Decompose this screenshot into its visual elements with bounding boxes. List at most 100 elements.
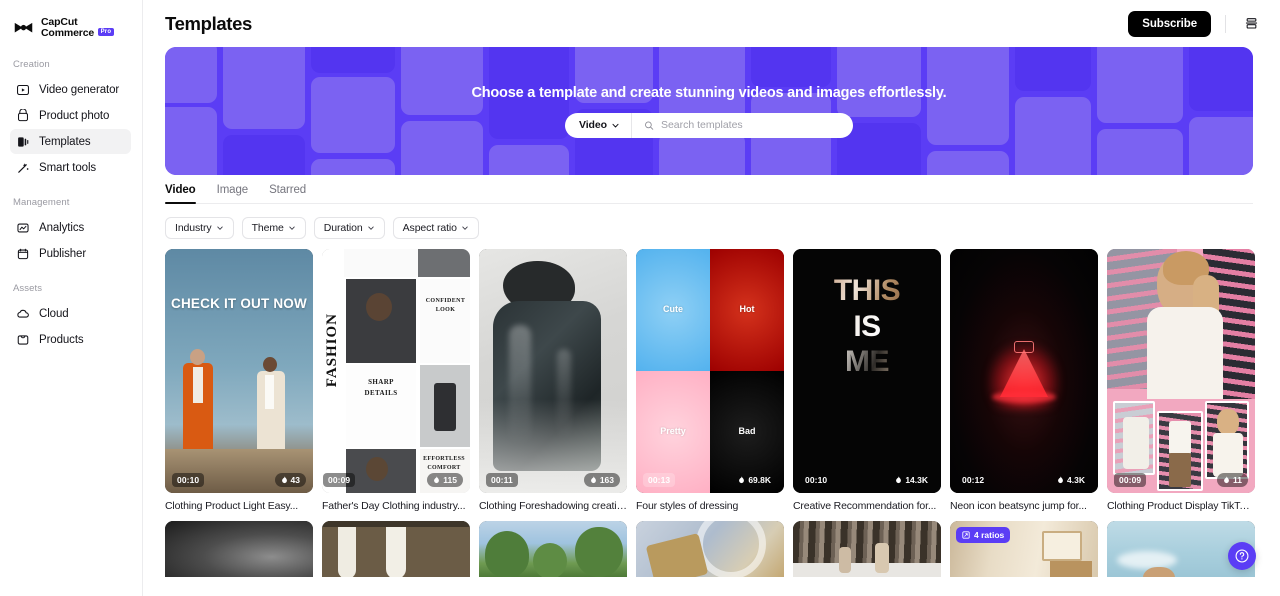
flame-icon [590,476,596,484]
flame-icon [434,476,440,484]
template-thumbnail[interactable]: CHECK IT OUT NOW 00:10 43 [165,249,313,493]
template-thumbnail[interactable]: Cute Hot Pretty Bad 00:13 69.8K [636,249,784,493]
template-title: Clothing Foreshadowing creativ... [479,500,627,512]
thumbnail-art [165,521,313,577]
flame-icon [1058,476,1063,484]
topbar-divider [1225,14,1226,33]
sidebar-item-product-photo[interactable]: Product photo [10,103,131,128]
template-thumbnail[interactable] [636,521,784,577]
quadrant-label: Cute [663,304,683,315]
template-card[interactable]: 4 ratios [950,521,1098,577]
template-card[interactable]: CHECK IT OUT NOW 00:10 43 Clothing Produ… [165,249,313,512]
hero-overlay: Choose a template and create stunning vi… [165,47,1253,175]
template-card[interactable]: Cute Hot Pretty Bad 00:13 69.8K Four sty… [636,249,784,512]
product-photo-icon [17,108,29,121]
template-card[interactable] [479,521,627,577]
template-card[interactable] [165,521,313,577]
template-card[interactable]: 00:12 4.3K Neon icon beatsync jump for..… [950,249,1098,512]
analytics-icon [17,223,29,232]
sidebar-item-label: Publisher [39,247,87,260]
publisher-icon [17,248,29,259]
stack-menu-button[interactable] [1240,13,1262,35]
template-grid-row-1: CHECK IT OUT NOW 00:10 43 Clothing Produ… [143,239,1280,512]
tab-video[interactable]: Video [165,184,196,204]
sidebar: CapCut Commerce Pro Creation Video gener… [0,0,143,596]
sidebar-item-templates[interactable]: Templates [10,129,131,154]
nav-group-label-assets: Assets [13,283,43,294]
filter-label: Aspect ratio [402,222,457,234]
search-input[interactable] [660,119,841,131]
quadrant-label: Bad [738,426,756,437]
cloud-icon [17,309,29,318]
sidebar-item-label: Templates [39,135,91,148]
filter-label: Duration [323,222,363,234]
pro-badge: Pro [98,28,114,37]
quadrant-label: Pretty [660,426,686,437]
sidebar-item-analytics[interactable]: Analytics [10,215,131,240]
filter-bar: Industry Theme Duration Aspect ratio [143,204,1280,239]
likes-badge: 163 [583,473,620,487]
sidebar-item-publisher[interactable]: Publisher [10,241,131,266]
filter-label: Theme [251,222,284,234]
flame-icon [896,476,902,484]
template-thumbnail[interactable]: 4 ratios [950,521,1098,577]
filter-aspect-ratio[interactable]: Aspect ratio [392,217,479,239]
likes-count: 4.3K [1067,475,1085,485]
content-type-tabs: Video Image Starred [165,175,1253,204]
sidebar-item-video-generator[interactable]: Video generator [10,77,131,102]
template-card[interactable] [636,521,784,577]
search-type-label: Video [579,119,607,131]
template-thumbnail[interactable]: THIS IS ME 00:10 14.3K [793,249,941,493]
tab-image[interactable]: Image [217,184,249,203]
template-thumbnail[interactable] [165,521,313,577]
filter-industry[interactable]: Industry [165,217,234,239]
template-title: Four styles of dressing [636,500,739,512]
subscribe-button[interactable]: Subscribe [1128,10,1211,37]
tab-starred[interactable]: Starred [269,184,306,203]
duration-badge: 00:10 [172,473,205,487]
capcut-logo-icon [14,22,33,32]
likes-count: 69.8K [748,475,771,485]
app-root: CapCut Commerce Pro Creation Video gener… [0,0,1280,596]
template-title: Creative Recommendation for... [793,500,937,512]
search-icon [644,121,654,130]
smart-tools-icon [18,162,29,173]
ratios-badge: 4 ratios [956,527,1011,543]
template-thumbnail[interactable]: 00:12 4.3K [950,249,1098,493]
template-card[interactable]: 00:09 11 Clothing Product Display TikTok… [1107,249,1255,512]
ratios-badge-label: 4 ratios [974,530,1005,540]
template-card[interactable]: 00:11 163 Clothing Foreshadowing creativ… [479,249,627,512]
template-thumbnail[interactable]: 00:09 11 [1107,249,1255,493]
filter-theme[interactable]: Theme [241,217,306,239]
ratio-icon [962,531,970,539]
sidebar-item-products[interactable]: Products [10,327,131,352]
likes-badge: 14.3K [889,473,934,487]
brand-logo[interactable]: CapCut Commerce Pro [0,0,142,42]
video-generator-icon [17,84,29,95]
template-card[interactable]: THIS IS ME 00:10 14.3K Creative Recommen… [793,249,941,512]
main-content: Templates Subscribe Choose a template an… [143,0,1280,596]
help-button[interactable] [1228,542,1256,570]
template-thumbnail[interactable]: 00:11 163 [479,249,627,493]
template-thumbnail[interactable]: FASHION CONFIDENT LOOK SHARP DETAILS EFFOR… [322,249,470,493]
hero-search-bar: Video [565,112,853,138]
search-type-selector[interactable]: Video [565,112,632,138]
filter-duration[interactable]: Duration [313,217,385,239]
search-field[interactable] [632,113,853,138]
sidebar-item-cloud[interactable]: Cloud [10,301,131,326]
template-card[interactable]: FASHION CONFIDENT LOOK SHARP DETAILS EFFOR… [322,249,470,512]
chevron-down-icon [367,226,374,230]
template-thumbnail[interactable] [322,521,470,577]
chevron-down-icon [216,226,223,230]
likes-badge: 11 [1217,473,1248,487]
sidebar-item-smart-tools[interactable]: Smart tools [10,155,131,180]
hero-title: Choose a template and create stunning vi… [471,84,947,101]
template-card[interactable] [322,521,470,577]
duration-badge: 00:12 [962,475,985,485]
template-thumbnail[interactable] [793,521,941,577]
template-title: Clothing Product Display TikTok... [1107,500,1255,512]
template-card[interactable] [793,521,941,577]
filter-label: Industry [175,222,212,234]
quadrant-label: Hot [739,304,755,315]
template-thumbnail[interactable] [479,521,627,577]
